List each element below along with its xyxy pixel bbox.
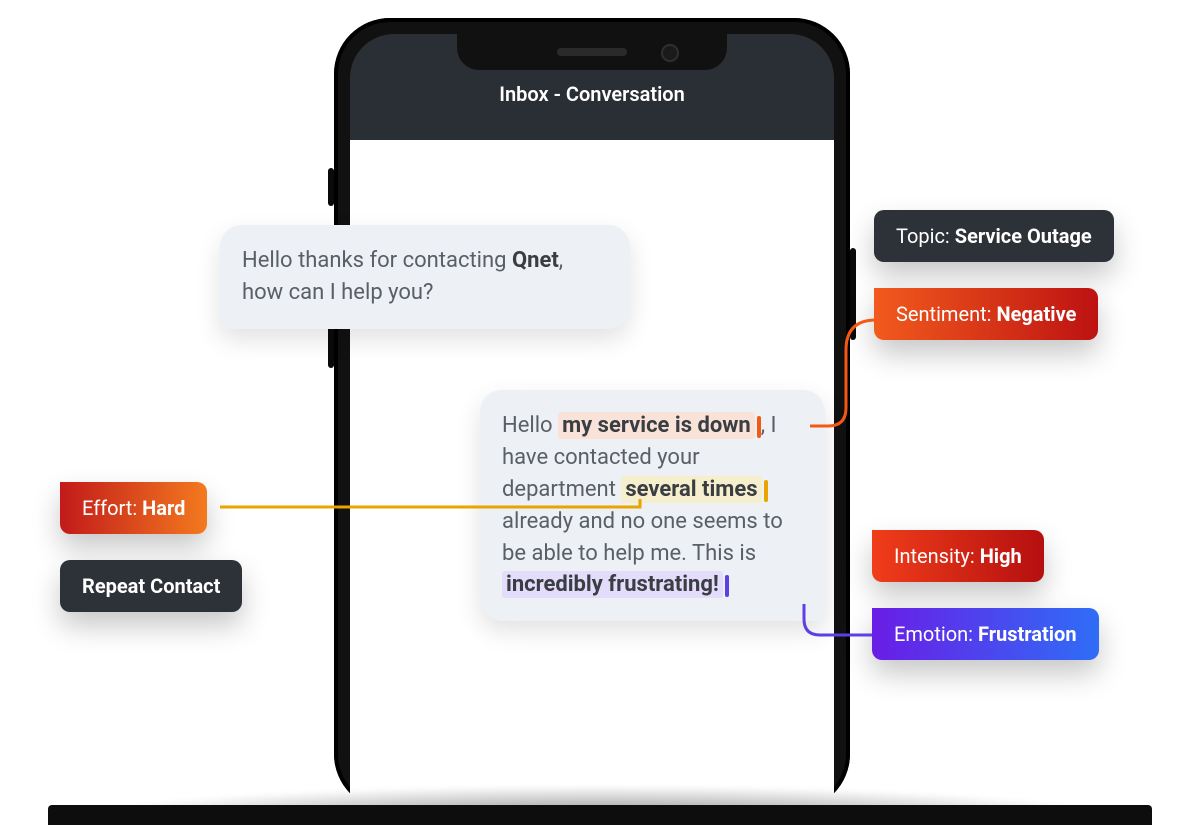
highlight-frustrating: incredibly frustrating! — [502, 571, 723, 598]
tag-topic-value: Service Outage — [955, 224, 1092, 248]
tag-effort-label: Effort: — [82, 496, 142, 520]
tag-effort-value: Hard — [142, 496, 185, 520]
tag-sentiment: Sentiment: Negative — [874, 288, 1098, 340]
agent-message-bubble: Hello thanks for contacting Qnet, how ca… — [220, 225, 630, 329]
user-text-1: Hello — [502, 413, 558, 438]
highlight-service-down: my service is down — [558, 412, 755, 439]
tag-intensity-label: Intensity: — [894, 544, 980, 568]
tag-intensity: Intensity: High — [872, 530, 1044, 582]
tag-emotion-label: Emotion: — [894, 622, 978, 646]
app-header-title: Inbox - Conversation — [499, 82, 685, 106]
phone-notch — [457, 34, 727, 70]
agent-text-bold: Qnet — [512, 248, 559, 273]
tag-sentiment-value: Negative — [996, 302, 1076, 326]
user-text-3: already and no one seems to be able to h… — [502, 509, 783, 566]
highlight-several-times: several times — [621, 476, 761, 503]
tag-sentiment-label: Sentiment: — [896, 302, 996, 326]
tag-topic: Topic: Service Outage — [874, 210, 1114, 262]
tag-topic-label: Topic: — [896, 224, 955, 248]
tag-repeat-label: Repeat Contact — [82, 574, 220, 598]
tag-emotion-value: Frustration — [978, 622, 1077, 646]
marker-purple-icon — [725, 575, 729, 597]
user-message-bubble: Hello my service is down, I have contact… — [480, 390, 825, 621]
power-button — [850, 248, 856, 340]
tag-emotion: Emotion: Frustration — [872, 608, 1099, 660]
tag-effort: Effort: Hard — [60, 482, 207, 534]
tag-repeat-contact: Repeat Contact — [60, 560, 242, 612]
agent-text-pre: Hello thanks for contacting — [242, 248, 512, 273]
marker-yellow-icon — [764, 480, 768, 502]
floor-bar — [48, 805, 1152, 825]
mute-switch — [328, 168, 334, 206]
tag-intensity-value: High — [980, 544, 1022, 568]
